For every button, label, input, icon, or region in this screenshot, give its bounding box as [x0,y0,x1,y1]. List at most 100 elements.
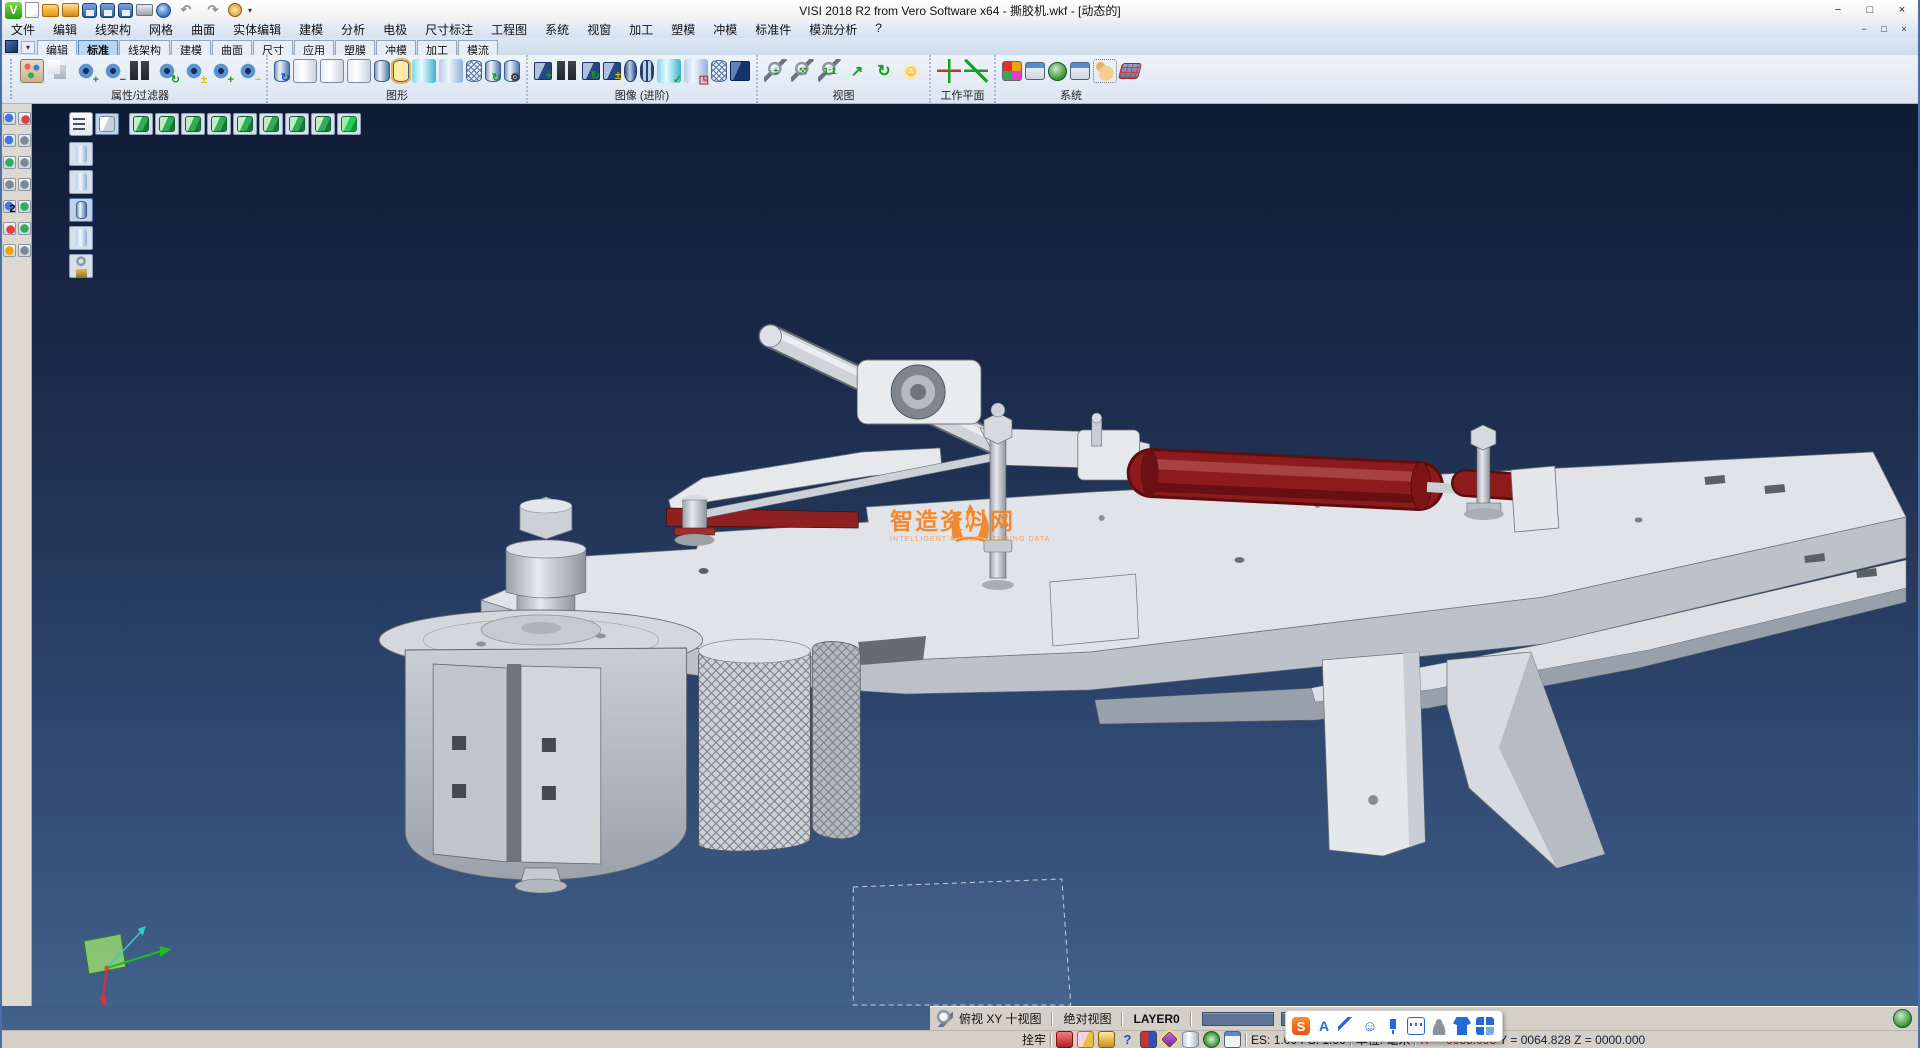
adv-lights-icon[interactable] [555,59,579,83]
translucent-view-icon[interactable] [412,59,436,83]
wireframe-view-icon[interactable] [293,59,317,83]
viewport-3d[interactable]: 智造资料网 INTELLIGENT MANUFACTURING DATA [32,104,1918,1006]
skin-icon[interactable] [1453,1017,1471,1035]
document-window-icon[interactable] [5,40,18,53]
modify-attributes-icon[interactable] [20,59,44,83]
menu-drawing[interactable]: 工程图 [482,20,536,39]
tab-flow[interactable]: 模流 [458,40,498,55]
graphics-settings-icon[interactable]: ⚙ [504,60,520,82]
help-icon[interactable]: ? [1119,1031,1136,1048]
toolbox-icon[interactable] [1476,1017,1494,1035]
mesh-view-icon[interactable] [466,60,482,82]
view-iso-icon-button[interactable] [129,113,153,135]
view-back-icon-button[interactable] [181,113,205,135]
display-mode-4-icon-button[interactable] [69,226,93,250]
view-search-icon[interactable] [936,1010,953,1027]
display-mode-3-icon-button[interactable] [69,198,93,222]
capsule-striped-icon[interactable] [640,60,654,82]
menu-windows[interactable]: 视窗 [578,20,620,39]
remove-from-view-icon[interactable]: − [101,59,125,83]
hide-all-icon[interactable]: − [236,59,260,83]
refresh-globe-icon[interactable] [1203,1031,1220,1048]
menu-standard-parts[interactable]: 标准件 [746,20,800,39]
dashed-hidden-view-icon[interactable] [347,59,371,83]
network-globe-icon[interactable] [1893,1009,1912,1028]
zoom-tool-icon[interactable] [3,112,16,125]
mesh-shading-icon[interactable] [711,60,727,82]
view-left-icon-button[interactable] [207,113,231,135]
open-icon[interactable] [42,4,59,17]
history-icon[interactable] [228,3,242,17]
select-hand-icon[interactable] [1093,59,1117,83]
tab-dimension[interactable]: 尺寸 [253,40,293,55]
sheet-tool-icon[interactable] [18,244,31,257]
view-bottom-icon-button[interactable] [285,113,309,135]
save-as-icon[interactable] [100,3,115,18]
palette-tool-icon[interactable] [3,244,16,257]
minimize-button[interactable]: − [1822,1,1854,19]
emoji-icon[interactable]: ☺ [1361,1017,1379,1035]
view-iso2-icon-button[interactable] [311,113,335,135]
menu-mesh[interactable]: 网格 [140,20,182,39]
preview-icon[interactable] [156,3,171,18]
paste-tool-icon[interactable] [18,178,31,191]
view-cube-default-icon-button[interactable] [95,113,119,135]
input-mode-icon[interactable]: A [1315,1017,1333,1035]
tab-surface[interactable]: 曲面 [212,40,252,55]
tab-modeling[interactable]: 建模 [171,40,211,55]
window-tools-icon[interactable] [1070,62,1090,80]
grid-plane-icon[interactable] [1118,63,1142,79]
zoom-1to1-icon[interactable]: 1:1 [818,59,842,83]
workplane-align-icon[interactable] [937,59,961,83]
voice-input-icon[interactable] [1384,1017,1402,1035]
zoom-previous-icon[interactable]: ↗ [845,59,869,83]
view-indicator[interactable]: 俯视 XY 十视图 [959,1010,1041,1027]
menu-file[interactable]: 文件 [2,20,44,39]
mdi-close-button[interactable]: × [1894,22,1914,36]
menu-help[interactable]: ? [866,20,891,39]
close-button[interactable]: × [1886,1,1918,19]
display-mode-1-icon-button[interactable] [69,142,93,166]
tab-dropdown-arrow[interactable]: ▾ [21,41,35,54]
move-tool-icon[interactable] [3,134,16,147]
handwriting-icon[interactable] [1338,1017,1356,1035]
show-all-icon[interactable]: + [209,59,233,83]
tab-application[interactable]: 应用 [294,40,334,55]
tab-stamping[interactable]: 冲模 [376,40,416,55]
menu-analysis[interactable]: 分析 [332,20,374,39]
menu-solid-edit[interactable]: 实体编辑 [224,20,290,39]
menu-wireframe[interactable]: 线架构 [86,20,140,39]
validate-shading-icon[interactable]: ✓ [657,59,681,83]
modify-tool-icon[interactable] [18,156,31,169]
active-layer-label[interactable]: LAYER0 [1133,1012,1179,1026]
maximize-button[interactable]: □ [1854,1,1886,19]
workplane-set-icon[interactable] [964,59,988,83]
new-document-icon[interactable] [25,2,39,18]
display-lock-icon-button[interactable] [69,254,93,278]
flat-view-icon[interactable] [439,59,463,83]
snap-gold-icon[interactable] [1098,1031,1115,1048]
view-shaded-iso-icon-button[interactable] [337,113,361,135]
view-top-icon-button[interactable] [259,113,283,135]
view-front-icon-button[interactable] [155,113,179,135]
zoom-window-icon[interactable]: ± [764,59,788,83]
filter-lights-icon[interactable] [128,59,152,83]
adv-add-icon[interactable]: + [534,62,552,80]
toggle-visibility-icon[interactable]: ± [182,59,206,83]
regen-shading-icon[interactable]: ↻ [485,60,501,82]
view-mode-label[interactable]: 绝对视图 [1063,1010,1111,1027]
tab-edit[interactable]: 编辑 [37,40,77,55]
adv-plusminus-icon[interactable]: ± [603,62,621,80]
menu-surface[interactable]: 曲面 [182,20,224,39]
import-icon[interactable] [62,3,79,17]
menu-dimension[interactable]: 尺寸标注 [416,20,482,39]
app-settings-icon[interactable] [1025,62,1045,80]
rotate-view-icon[interactable]: ↻ [872,59,896,83]
toolbar-grip[interactable] [4,59,12,99]
edit-2d-tool-icon[interactable]: 2 [3,200,16,213]
snap-pair-icon[interactable] [1140,1031,1157,1048]
tab-mould[interactable]: 塑膜 [335,40,375,55]
tab-standard[interactable]: 标准 [78,40,118,55]
shaded-view-icon[interactable] [374,60,390,82]
small-window-icon[interactable] [1224,1031,1241,1048]
